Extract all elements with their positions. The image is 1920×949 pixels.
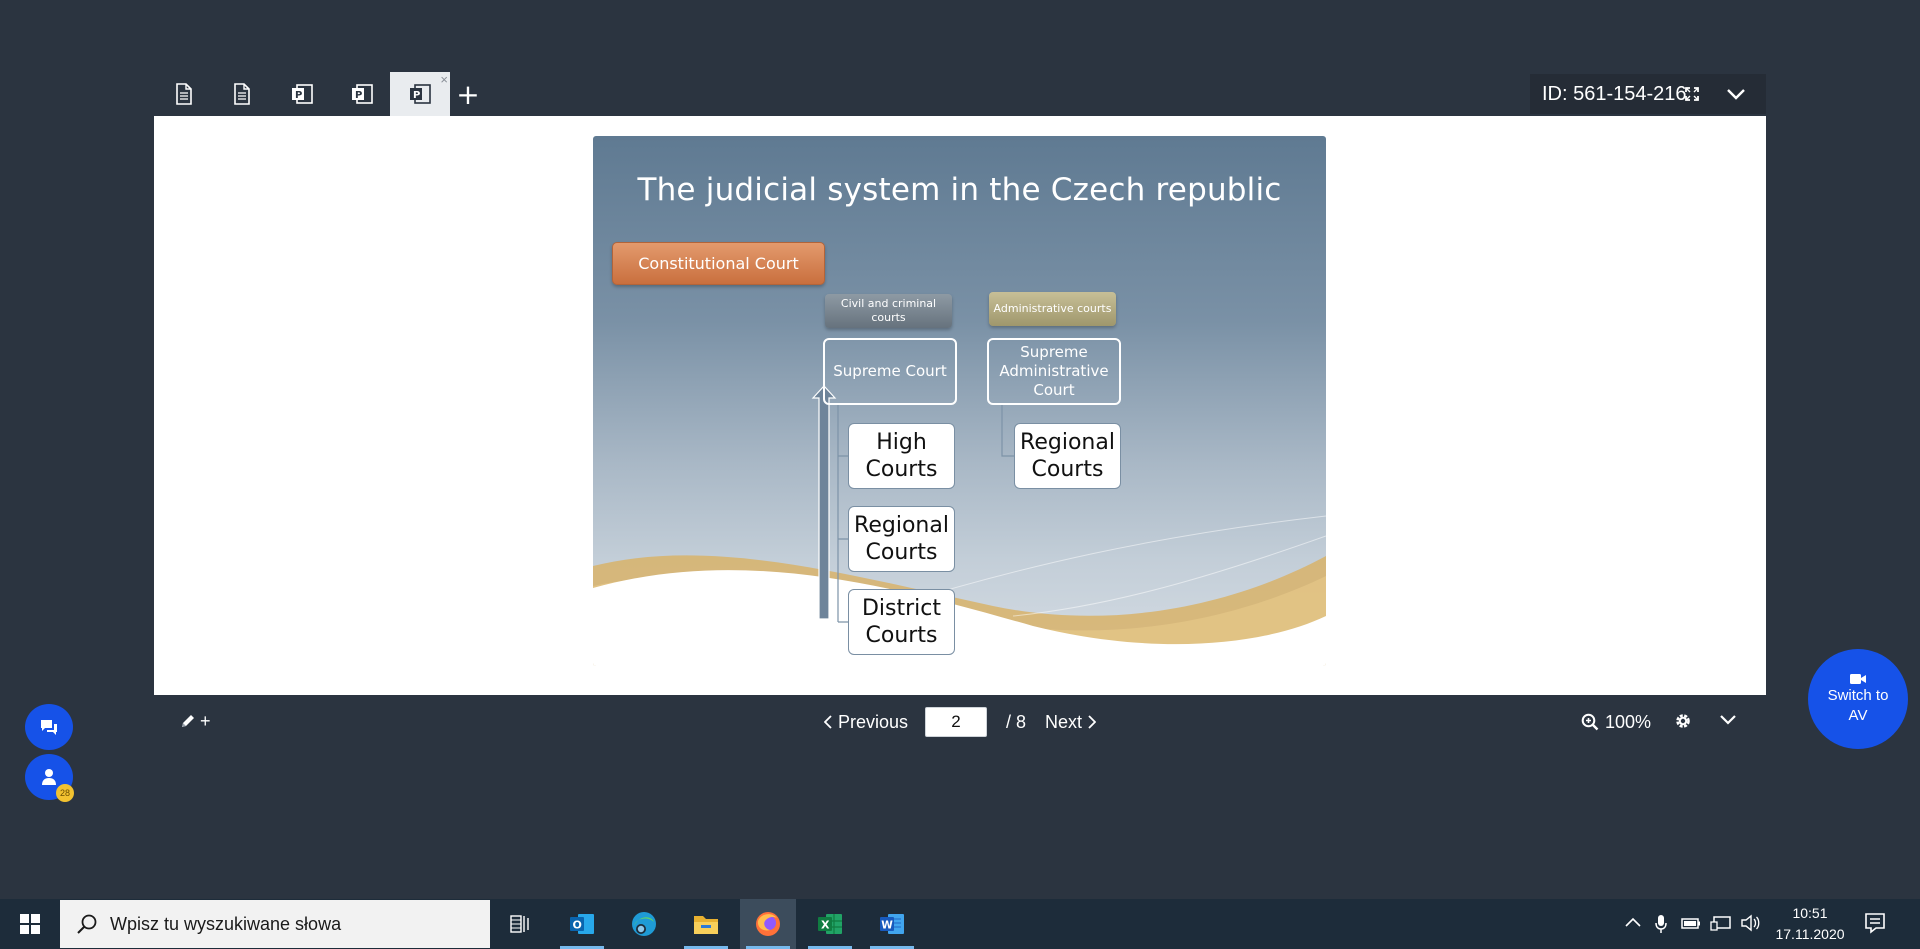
start-button[interactable] xyxy=(0,899,60,949)
user-icon xyxy=(42,769,56,785)
upward-arrow xyxy=(811,385,837,620)
chevron-right-icon xyxy=(1088,715,1097,729)
district-courts-box: District Courts xyxy=(848,589,955,655)
chevron-left-icon xyxy=(824,715,832,729)
svg-text:W: W xyxy=(881,920,893,932)
page-number-input[interactable] xyxy=(925,707,987,737)
windows-taskbar: Wpisz tu wyszukiwane słowa O X W 10:51 1… xyxy=(0,899,1920,949)
search-icon xyxy=(77,914,97,934)
presentation-stage: The judicial system in the Czech republi… xyxy=(154,116,1766,695)
previous-button[interactable]: Previous xyxy=(824,709,908,735)
supreme-administrative-court-box: Supreme Administrative Court xyxy=(987,338,1121,405)
microphone-icon[interactable] xyxy=(1654,914,1668,934)
page-total: / 8 xyxy=(1006,711,1027,732)
participants-button[interactable]: 28 xyxy=(25,754,74,802)
document-tab-bar: P P P × + ID: 561-154-216 xyxy=(154,70,1766,116)
firefox-icon xyxy=(756,912,780,936)
tab-document-1[interactable] xyxy=(154,72,214,116)
chevron-down-icon[interactable] xyxy=(1718,711,1738,729)
tab-presentation-active[interactable]: P × xyxy=(390,72,450,116)
svg-text:P: P xyxy=(355,90,362,101)
slide: The judicial system in the Czech republi… xyxy=(593,136,1326,666)
excel-icon: X xyxy=(818,914,842,934)
taskbar-firefox[interactable] xyxy=(740,899,796,949)
tab-document-2[interactable] xyxy=(212,72,272,116)
task-view-button[interactable] xyxy=(492,899,548,949)
taskbar-file-explorer[interactable] xyxy=(678,899,734,949)
chevron-up-icon[interactable] xyxy=(1624,914,1642,932)
clock-time: 10:51 xyxy=(1792,905,1828,921)
session-id: ID: 561-154-216 xyxy=(1542,82,1687,105)
network-icon[interactable] xyxy=(1710,914,1732,932)
zoom-level: 100% xyxy=(1605,711,1652,732)
task-view-icon xyxy=(510,915,529,933)
hierarchy-connectors xyxy=(811,385,1014,623)
edge-icon xyxy=(632,912,656,936)
regional-courts-box: Regional Courts xyxy=(848,506,955,572)
powerpoint-icon: P xyxy=(352,84,373,104)
taskbar-word[interactable]: W xyxy=(864,899,920,949)
taskbar-outlook[interactable]: O xyxy=(554,899,610,949)
outlook-icon: O xyxy=(570,914,594,934)
chevron-down-icon[interactable] xyxy=(1726,86,1746,102)
document-icon xyxy=(176,83,192,105)
document-icon xyxy=(234,83,250,105)
participants-count-badge: 28 xyxy=(56,784,74,802)
viewer-toolbar: + Previous / 8 Next 100% xyxy=(154,695,1766,749)
folder-icon xyxy=(694,916,718,934)
supreme-court-box: Supreme Court xyxy=(823,338,957,405)
administrative-regional-courts-box: Regional Courts xyxy=(1014,423,1121,489)
battery-icon[interactable] xyxy=(1680,914,1702,932)
taskbar-clock[interactable]: 10:51 17.11.2020 xyxy=(1770,903,1850,945)
switch-to-av-button[interactable]: Switch to AV xyxy=(1808,649,1908,749)
high-courts-box: High Courts xyxy=(848,423,955,489)
gear-icon[interactable] xyxy=(1673,711,1693,731)
next-label: Next xyxy=(1045,711,1083,732)
volume-icon[interactable] xyxy=(1740,914,1760,932)
next-button[interactable]: Next xyxy=(1045,709,1097,735)
word-icon: W xyxy=(880,914,904,934)
annotate-plus: + xyxy=(200,711,211,731)
taskbar-excel[interactable]: X xyxy=(802,899,858,949)
switch-to-av-label: Switch to AV xyxy=(1827,687,1889,724)
video-camera-icon xyxy=(1850,674,1866,684)
session-id-box: ID: 561-154-216 xyxy=(1530,74,1766,114)
notification-center-icon[interactable] xyxy=(1863,911,1887,935)
powerpoint-icon: P xyxy=(292,84,313,104)
powerpoint-icon: P xyxy=(410,84,431,104)
document-viewer: P P P × + ID: 561-154-216 The judicial s… xyxy=(154,70,1766,749)
pencil-icon xyxy=(182,715,194,727)
close-tab-icon[interactable]: × xyxy=(440,73,448,86)
svg-text:P: P xyxy=(413,90,420,101)
fullscreen-icon[interactable] xyxy=(1684,86,1700,102)
tab-presentation-1[interactable]: P xyxy=(272,72,332,116)
zoom-button[interactable]: 100% xyxy=(1581,709,1651,735)
taskbar-edge[interactable] xyxy=(616,899,672,949)
search-placeholder: Wpisz tu wyszukiwane słowa xyxy=(110,913,342,934)
previous-label: Previous xyxy=(838,711,909,732)
taskbar-search-box[interactable]: Wpisz tu wyszukiwane słowa xyxy=(60,900,490,948)
add-tab-button[interactable]: + xyxy=(450,76,486,112)
chat-icon xyxy=(41,720,57,735)
svg-text:O: O xyxy=(573,919,582,932)
svg-text:P: P xyxy=(295,90,302,101)
svg-text:X: X xyxy=(821,919,830,932)
windows-logo-icon xyxy=(20,914,40,934)
zoom-in-icon xyxy=(1581,713,1599,731)
clock-date: 17.11.2020 xyxy=(1775,926,1845,942)
tab-presentation-2[interactable]: P xyxy=(332,72,392,116)
chat-button[interactable] xyxy=(25,704,73,750)
annotate-button[interactable]: + xyxy=(180,712,211,730)
